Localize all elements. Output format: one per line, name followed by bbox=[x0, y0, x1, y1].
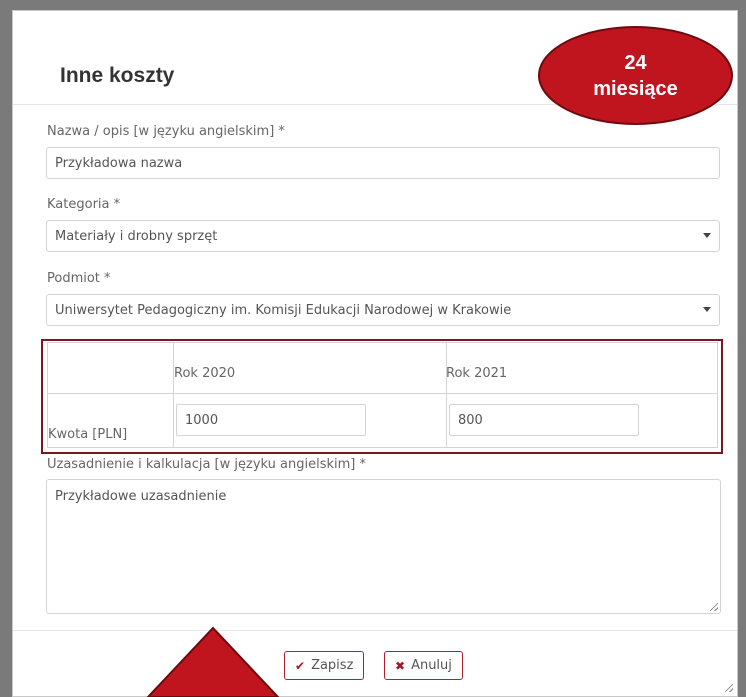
table-divider bbox=[48, 393, 717, 394]
chevron-down-icon bbox=[703, 307, 711, 312]
year-header-2021: Rok 2021 bbox=[446, 366, 508, 381]
entity-label: Podmiot * bbox=[47, 271, 111, 286]
name-label: Nazwa / opis [w języku angielskim] * bbox=[47, 124, 285, 139]
category-label: Kategoria * bbox=[47, 197, 121, 212]
dialog-title: Inne koszty bbox=[60, 64, 175, 87]
name-input-value: Przykładowa nazwa bbox=[55, 155, 183, 171]
years-table: Rok 2020 Rok 2021 Kwota [PLN] 1000 800 bbox=[47, 342, 718, 448]
badge-text: miesiące bbox=[593, 77, 678, 100]
cancel-button[interactable]: ✖ Anuluj bbox=[384, 651, 463, 680]
amount-2020-input[interactable]: 1000 bbox=[176, 404, 366, 436]
dialog-resize-icon[interactable] bbox=[725, 684, 733, 692]
amount-2021-input[interactable]: 800 bbox=[449, 404, 639, 436]
close-icon: ✖ bbox=[395, 658, 406, 673]
resize-handle-icon[interactable] bbox=[710, 603, 718, 611]
amount-2020-value: 1000 bbox=[185, 412, 219, 428]
up-arrow-icon bbox=[146, 626, 280, 697]
footer-divider bbox=[13, 630, 737, 631]
category-select-value: Materiały i drobny sprzęt bbox=[55, 228, 218, 244]
amount-2021-value: 800 bbox=[458, 412, 483, 428]
entity-select[interactable]: Uniwersytet Pedagogiczny im. Komisji Edu… bbox=[46, 294, 720, 326]
table-divider bbox=[446, 343, 447, 447]
table-divider bbox=[173, 343, 174, 447]
entity-select-value: Uniwersytet Pedagogiczny im. Komisji Edu… bbox=[55, 302, 512, 318]
year-header-2020: Rok 2020 bbox=[174, 366, 236, 381]
category-select[interactable]: Materiały i drobny sprzęt bbox=[46, 220, 720, 252]
save-button-label: Zapisz bbox=[311, 658, 354, 673]
badge-number: 24 bbox=[624, 51, 647, 74]
check-icon: ✔ bbox=[295, 658, 306, 673]
cancel-button-label: Anuluj bbox=[411, 658, 452, 673]
justification-value: Przykładowe uzasadnienie bbox=[55, 489, 227, 504]
name-input[interactable]: Przykładowa nazwa bbox=[46, 147, 720, 179]
justification-label: Uzasadnienie i kalkulacja [w języku angi… bbox=[47, 457, 366, 472]
months-badge: 24 miesiące bbox=[538, 26, 733, 125]
chevron-down-icon bbox=[703, 233, 711, 238]
save-button[interactable]: ✔ Zapisz bbox=[284, 651, 365, 680]
justification-textarea[interactable]: Przykładowe uzasadnienie bbox=[46, 479, 721, 614]
amount-row-label: Kwota [PLN] bbox=[48, 427, 128, 442]
